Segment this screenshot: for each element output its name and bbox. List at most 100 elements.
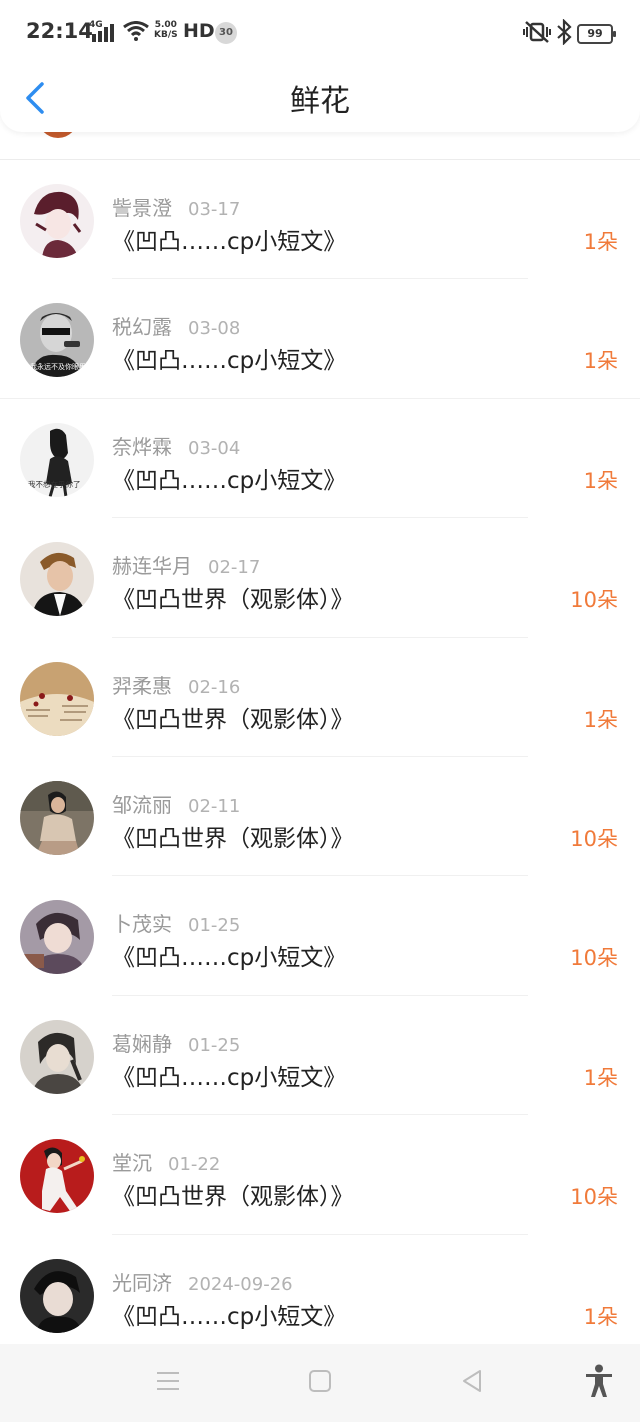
top-header: 22:14 4G 5.00 KB/S HD 30 99 鲜花: [0, 0, 640, 132]
bluetooth-icon: [557, 19, 572, 45]
list-item[interactable]: 羿柔惠 02-16 《凹凸世界（观影体）》 1朵: [0, 638, 640, 757]
avatar[interactable]: [20, 1019, 94, 1094]
avatar[interactable]: [20, 542, 94, 617]
flower-count: 10朵: [570, 588, 618, 613]
name-text: 卜茂实: [112, 912, 172, 937]
avatar-caption: 我永远不及你眼里: [30, 362, 86, 371]
date: 03-04: [188, 437, 241, 459]
name-text: 邹流丽: [112, 792, 172, 817]
work-title: 《凹凸……cp小短文》: [112, 1064, 347, 1091]
name-text: 光同济: [112, 1270, 172, 1295]
list-item[interactable]: 邹流丽 02-11 《凹凸世界（观影体）》 10朵: [0, 757, 640, 877]
work-title: 《凹凸……cp小短文》: [112, 1303, 347, 1330]
user-name: 奈烨霖 03-04: [112, 431, 240, 460]
system-nav-bar: [0, 1344, 640, 1422]
status-time: 22:14: [26, 19, 93, 43]
name-text: 葛娴静: [112, 1031, 172, 1056]
signal-icon: [92, 24, 114, 42]
list-item[interactable]: 光同济 2024-09-26 《凹凸……cp小短文》 1朵: [0, 1235, 640, 1354]
work-title: 《凹凸……cp小短文》: [112, 348, 347, 375]
user-name: 赫连华月 02-17: [112, 550, 260, 579]
speed-value: 5.00: [154, 20, 177, 30]
avatar-image: [20, 661, 94, 736]
name-text: 奈烨霖: [112, 434, 172, 459]
name-text: 訾景澄: [112, 196, 172, 220]
work-title: 《凹凸……cp小短文》: [112, 229, 347, 255]
list-item[interactable]: 卜茂实 01-25 《凹凸……cp小短文》 10朵: [0, 876, 640, 996]
avatar-image: 我永远不及你眼里: [20, 303, 94, 378]
wifi-icon: [123, 21, 149, 41]
flower-count: 1朵: [583, 349, 618, 374]
user-name: 訾景澄 03-17: [112, 192, 240, 221]
date: 01-22: [168, 1154, 221, 1176]
avatar-image: [20, 184, 94, 258]
date: 02-11: [188, 795, 241, 817]
flower-count: 1朵: [583, 468, 618, 493]
list-item[interactable]: 葛娴静 01-25 《凹凸……cp小短文》 1朵: [0, 996, 640, 1116]
page-title: 鲜花: [290, 84, 350, 119]
user-name: 卜茂实 01-25: [112, 908, 240, 937]
avatar-image: [20, 542, 94, 617]
name-text: 税幻露: [112, 315, 172, 340]
network-speed: 5.00 KB/S: [154, 20, 178, 40]
date: 03-17: [188, 199, 241, 220]
flower-count: 10朵: [570, 1185, 618, 1210]
avatar[interactable]: [20, 661, 94, 736]
back-triangle-icon[interactable]: [460, 1368, 484, 1394]
work-title: 《凹凸世界（观影体）》: [112, 825, 354, 852]
list-item[interactable]: 赫连华月 02-17 《凹凸世界（观影体）》 10朵: [0, 518, 640, 638]
hd-indicator: HD: [183, 20, 215, 42]
work-title: 《凹凸世界（观影体）》: [112, 706, 354, 733]
avatar-image: [20, 1258, 94, 1333]
vibrate-mute-icon: [523, 21, 551, 43]
user-name: 葛娴静 01-25: [112, 1028, 240, 1057]
date: 2024-09-26: [188, 1273, 293, 1295]
home-square-icon[interactable]: [308, 1368, 332, 1394]
speed-unit: KB/S: [154, 30, 178, 40]
name-text: 堂沉: [112, 1151, 152, 1176]
avatar[interactable]: [20, 1139, 94, 1214]
avatar-caption: 我不想在乎你了: [28, 479, 81, 489]
avatar[interactable]: [20, 900, 94, 975]
flower-count: 1朵: [583, 230, 618, 254]
flower-count: 1朵: [583, 707, 618, 732]
avatar[interactable]: 我不想在乎你了: [20, 422, 94, 497]
menu-icon[interactable]: [155, 1368, 181, 1394]
date: 03-08: [188, 318, 241, 340]
date: 02-17: [208, 557, 261, 579]
user-name: 税幻露 03-08: [112, 311, 240, 340]
list-item[interactable]: 我不想在乎你了 奈烨霖 03-04 《凹凸……cp小短文》 1朵: [0, 399, 640, 519]
user-name: 邹流丽 02-11: [112, 789, 240, 818]
flower-list: 訾景澄 03-17 《凹凸……cp小短文》 1朵 我永远不及你眼里 税幻露 03-0…: [0, 160, 640, 1354]
avatar[interactable]: 我永远不及你眼里: [20, 303, 94, 378]
date: 02-16: [188, 676, 241, 698]
flower-count: 10朵: [570, 826, 618, 851]
avatar-image: [20, 1139, 94, 1214]
list-item[interactable]: 我永远不及你眼里 税幻露 03-08 《凹凸……cp小短文》 1朵: [0, 279, 640, 399]
list-item[interactable]: 堂沉 01-22 《凹凸世界（观影体）》 10朵: [0, 1115, 640, 1235]
user-name: 光同济 2024-09-26: [112, 1267, 293, 1296]
flower-count: 1朵: [583, 1065, 618, 1090]
work-title: 《凹凸……cp小短文》: [112, 945, 347, 972]
date: 01-25: [188, 915, 241, 937]
avatar[interactable]: [20, 780, 94, 855]
work-title: 《凹凸……cp小短文》: [112, 467, 347, 494]
accessibility-icon[interactable]: [584, 1364, 614, 1398]
notification-badge: 30: [215, 22, 237, 44]
user-name: 堂沉 01-22: [112, 1147, 220, 1176]
avatar[interactable]: [20, 184, 94, 258]
status-bar: 22:14 4G 5.00 KB/S HD 30 99: [0, 0, 640, 64]
user-name: 羿柔惠 02-16: [112, 670, 240, 699]
avatar-image: [20, 780, 94, 855]
name-text: 赫连华月: [112, 554, 192, 579]
work-title: 《凹凸世界（观影体）》: [112, 587, 354, 614]
list-item[interactable]: 訾景澄 03-17 《凹凸……cp小短文》 1朵: [0, 160, 640, 280]
avatar[interactable]: [20, 1258, 94, 1333]
avatar-image: [20, 900, 94, 975]
avatar-image: 我不想在乎你了: [20, 422, 94, 497]
battery-indicator: 99: [577, 24, 616, 44]
name-text: 羿柔惠: [112, 673, 172, 698]
work-title: 《凹凸世界（观影体）》: [112, 1184, 354, 1211]
flower-count: 10朵: [570, 946, 618, 971]
avatar-image: [20, 1019, 94, 1094]
